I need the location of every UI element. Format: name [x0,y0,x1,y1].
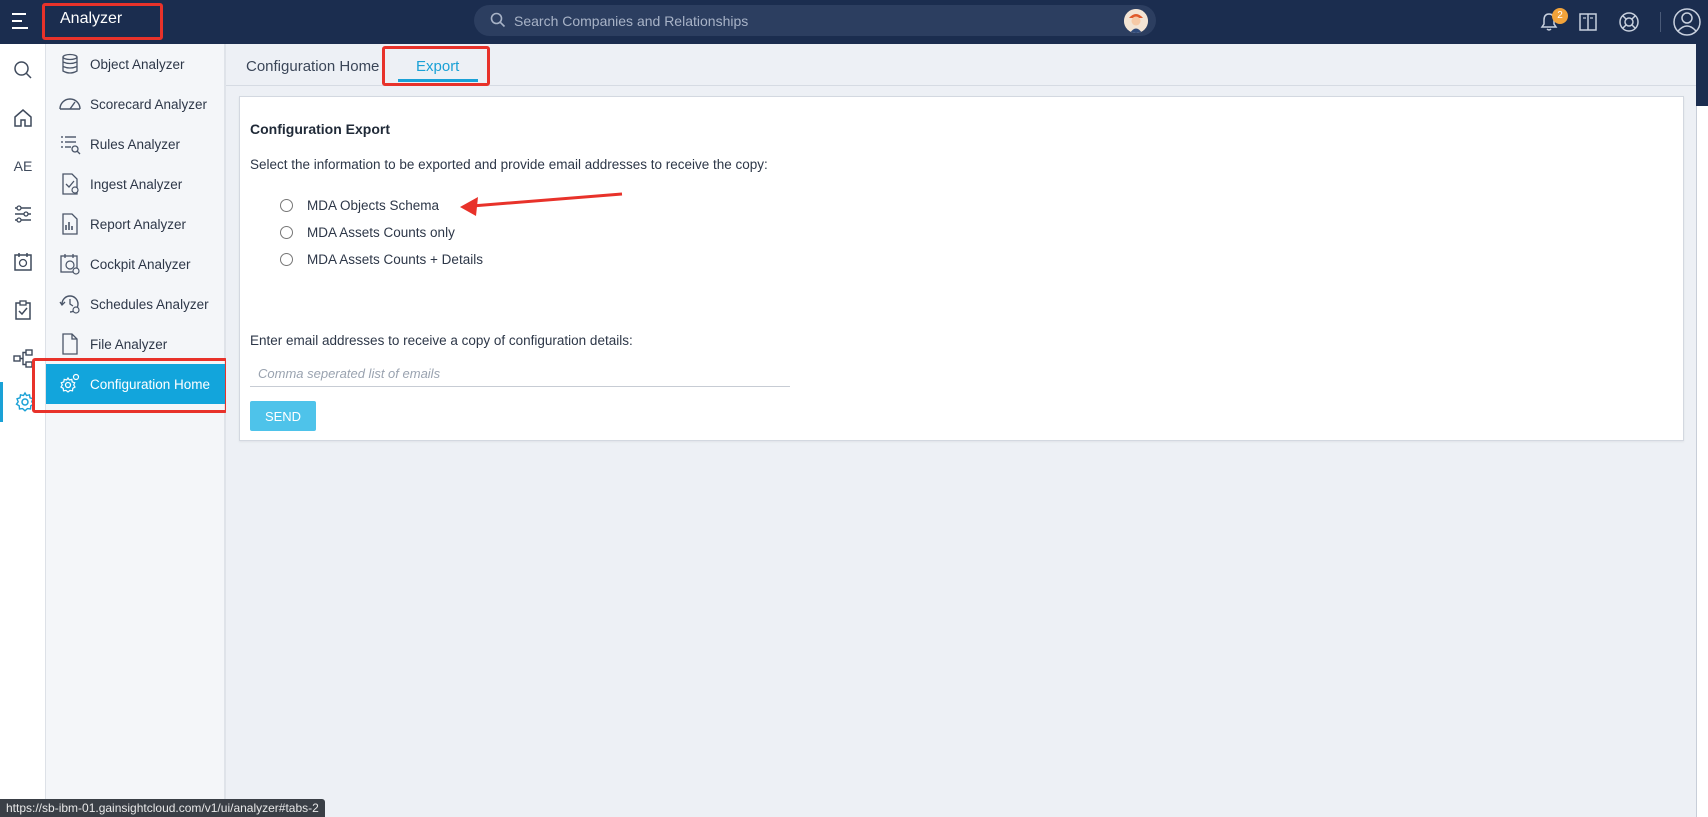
home-icon [14,109,32,127]
search-icon [490,12,506,28]
tab-export[interactable]: Export [416,58,459,75]
top-bar: Analyzer 2 [0,0,1708,44]
nav-item-rules-analyzer[interactable]: Rules Analyzer [46,124,226,164]
nav-item-label: Ingest Analyzer [90,176,183,192]
rail-rules[interactable] [0,194,46,234]
nav-item-label: Scorecard Analyzer [90,96,208,112]
tab-bar: Configuration Home Export [226,44,1708,86]
nav-item-label: Configuration Home [90,376,211,392]
report-icon [62,213,78,235]
option-mda-objects-schema[interactable]: MDA Objects Schema [280,198,439,213]
nav-item-cockpit-analyzer[interactable]: Cockpit Analyzer [46,244,226,284]
option-label: MDA Objects Schema [307,198,440,213]
nav-item-ingest-analyzer[interactable]: Ingest Analyzer [46,164,226,204]
nav-item-object-analyzer[interactable]: Object Analyzer [46,44,226,84]
schedule-icon [59,295,80,314]
option-mda-assets-counts-details[interactable]: MDA Assets Counts + Details [280,252,483,267]
tab-configuration-home[interactable]: Configuration Home [246,58,379,75]
top-right-icons: 2 [1488,0,1708,44]
database-icon [62,53,78,74]
nav-item-file-analyzer[interactable]: File Analyzer [46,324,226,364]
book-icon[interactable] [1578,12,1598,32]
user-profile-icon[interactable] [1672,7,1702,37]
rail-flow[interactable] [0,338,46,378]
rail-clipboard[interactable] [0,290,46,330]
adjacent-window-header [1696,44,1708,106]
rules-icon [15,205,31,223]
nav-item-configuration-home[interactable]: Configuration Home [46,364,226,404]
radio-button[interactable] [280,226,293,239]
file-import-icon [62,173,79,195]
rail-ae[interactable]: AE [0,146,46,186]
nav-item-label: Report Analyzer [90,216,187,232]
nav-item-label: Object Analyzer [90,56,185,72]
send-button[interactable]: SEND [250,401,316,431]
gauge-icon [59,98,81,110]
clipboard-icon [15,300,31,320]
gear-icon [60,373,80,393]
nav-item-report-analyzer[interactable]: Report Analyzer [46,204,226,244]
search-input[interactable] [514,5,1074,36]
rail-settings[interactable] [0,382,46,422]
radio-button[interactable] [280,253,293,266]
nav-item-scorecard-analyzer[interactable]: Scorecard Analyzer [46,84,226,124]
nav-item-label: Rules Analyzer [90,136,181,152]
option-label: MDA Assets Counts + Details [307,252,483,267]
option-label: MDA Assets Counts only [307,225,455,240]
option-mda-assets-counts-only[interactable]: MDA Assets Counts only [280,225,455,240]
global-search[interactable] [474,5,1156,36]
radio-button[interactable] [280,199,293,212]
cockpit-icon [60,254,80,275]
rail-calendar[interactable] [0,242,46,282]
analyzer-nav: Object Analyzer Scorecard Analyzer Rules… [46,44,226,817]
file-icon [62,333,78,355]
nav-item-schedules-analyzer[interactable]: Schedules Analyzer [46,284,226,324]
support-icon[interactable] [1618,11,1640,33]
rail-ae-label: AE [13,158,33,174]
adjacent-window-edge [1696,44,1708,817]
nav-item-label: Cockpit Analyzer [90,256,191,272]
email-input[interactable] [250,361,790,387]
notification-badge: 2 [1552,8,1568,24]
rail-search[interactable] [0,50,46,90]
gear-icon [14,391,35,412]
email-label: Enter email addresses to receive a copy … [250,333,633,348]
hamburger-menu-icon[interactable] [12,13,32,31]
list-search-icon [61,136,81,155]
main-content: Configuration Home Export Configuration … [226,44,1708,817]
rail-home[interactable] [0,98,46,138]
configuration-export-panel: Configuration Export Select the informat… [239,96,1684,441]
app-title: Analyzer [60,10,123,27]
mascot-avatar-icon[interactable] [1124,9,1148,33]
active-tab-indicator [398,79,478,82]
panel-description: Select the information to be exported an… [250,157,768,172]
panel-title: Configuration Export [250,121,390,137]
nav-item-label: Schedules Analyzer [90,296,209,312]
nav-item-label: File Analyzer [90,336,168,352]
status-bar-url: https://sb-ibm-01.gainsightcloud.com/v1/… [0,799,325,817]
calendar-icon [14,253,32,271]
search-icon [14,61,32,79]
flow-icon [13,349,33,368]
annotation-arrow-icon [460,192,623,216]
left-rail: AE [0,44,46,817]
divider [1660,12,1661,32]
